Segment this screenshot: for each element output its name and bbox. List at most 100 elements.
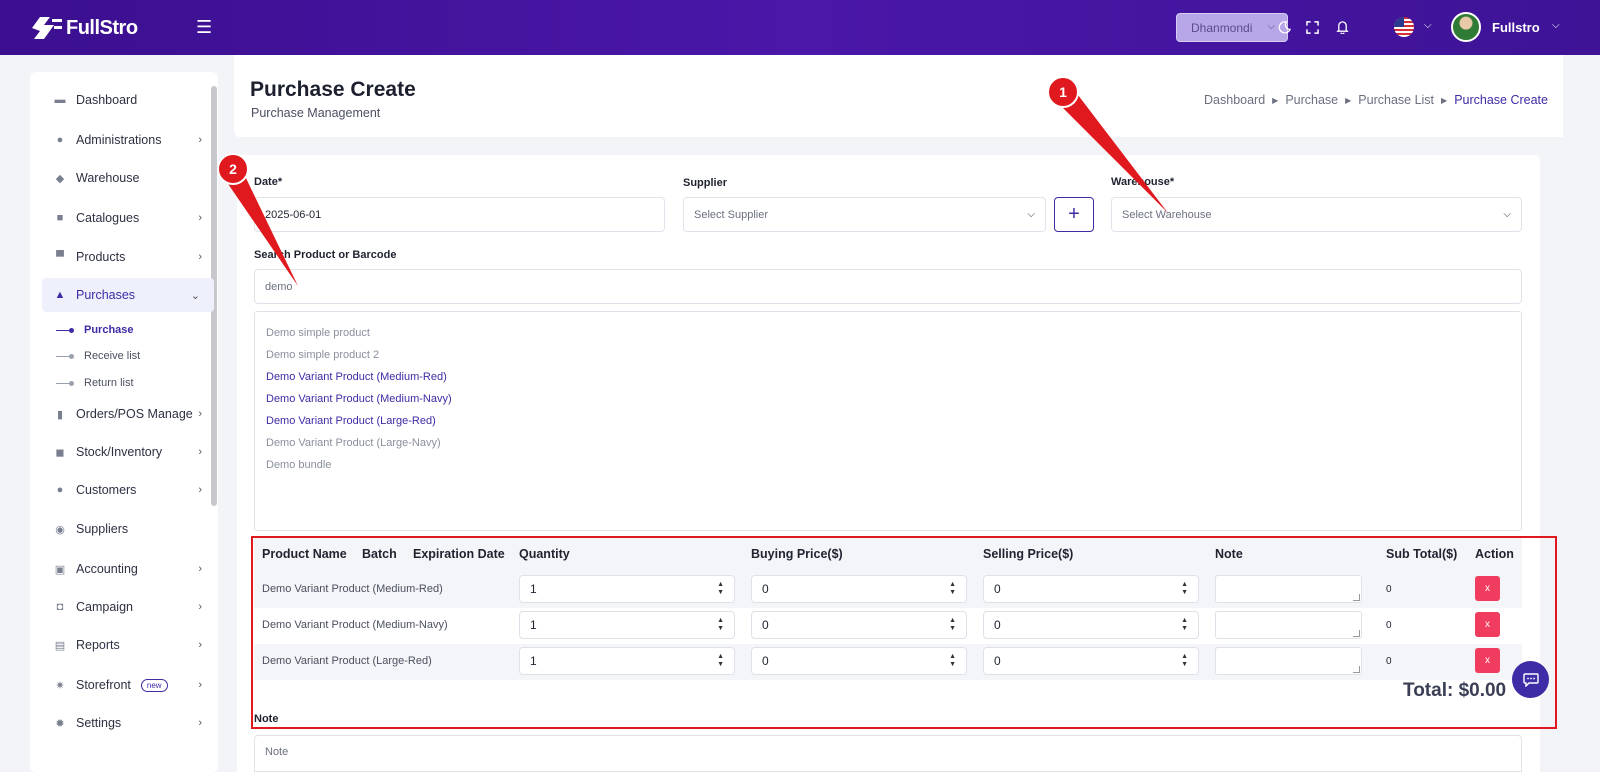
list-item[interactable]: Demo simple product 2 [266,349,379,361]
fullscreen-icon[interactable] [1304,19,1320,35]
row-note-input[interactable] [1215,647,1362,675]
new-badge: new [140,678,168,692]
list-item[interactable]: Demo Variant Product (Medium-Navy) [266,393,452,405]
spinner-icon[interactable]: ▲ ▼ [717,617,724,633]
col-batch: Batch [362,547,397,561]
chevron-right-icon: › [198,484,202,496]
chevron-right-icon: › [198,134,202,146]
date-input[interactable]: 2025-06-01 [254,197,665,232]
list-item[interactable]: Demo Variant Product (Large-Red) [266,415,436,427]
settings-icon: ✹ [55,717,65,730]
sidebar-item-dashboard[interactable]: ▬ Dashboard [42,86,202,114]
user-name[interactable]: Fullstro [1492,20,1540,35]
products-icon: ▀ [56,251,64,263]
spinner-icon[interactable]: ▲ ▼ [949,653,956,669]
sidebar-item-administrations[interactable]: ● Administrations › [42,126,202,154]
note-placeholder: Note [265,746,289,758]
row-sub-total: 0 [1386,584,1392,595]
add-supplier-button[interactable]: + [1054,197,1094,232]
menu-icon[interactable]: ☰ [196,18,212,36]
logo[interactable]: FullStro [30,14,138,42]
spinner-icon[interactable]: ▲ ▼ [717,653,724,669]
logo-text: FullStro [66,16,138,39]
spinner-icon[interactable]: ▲ ▼ [949,581,956,597]
quantity-input[interactable]: 1 ▲ ▼ [519,575,735,603]
branch-select[interactable]: Dhanmondi ⌵ [1176,13,1288,42]
breadcrumb-purchase-list[interactable]: Purchase List [1358,93,1434,107]
sidebar-sub-return-list[interactable]: Return list [56,374,134,392]
row-note-input[interactable] [1215,611,1362,639]
sidebar-item-purchases[interactable]: ▲ Purchases ⌄ [42,278,214,312]
chevron-right-icon: › [198,679,202,691]
sidebar-item-label: Orders/POS Manage [76,407,193,421]
sidebar-item-suppliers[interactable]: ◉ Suppliers [42,515,202,543]
spinner-icon[interactable]: ▲ ▼ [717,581,724,597]
sidebar-item-catalogues[interactable]: ■ Catalogues › [42,204,202,232]
breadcrumb-dashboard[interactable]: Dashboard [1204,93,1265,107]
sidebar-item-customers[interactable]: ● Customers › [42,476,202,504]
spinner-icon[interactable]: ▲ ▼ [949,617,956,633]
sidebar-item-storefront[interactable]: ✷ Storefront new › [42,671,202,699]
chat-button[interactable] [1512,661,1549,698]
warehouse-select[interactable]: Select Warehouse ⌵ [1111,197,1522,232]
buying-price-input[interactable]: 0 ▲ ▼ [751,611,967,639]
note-textarea[interactable]: Note [254,735,1522,772]
buying-price-input[interactable]: 0 ▲ ▼ [751,647,967,675]
spinner-icon[interactable]: ▲ ▼ [1181,581,1188,597]
chevron-right-icon: › [198,446,202,458]
quantity-input[interactable]: 1 ▲ ▼ [519,611,735,639]
chevron-down-icon: ⌵ [1267,21,1275,32]
sidebar-sub-purchase[interactable]: Purchase [56,321,134,339]
sidebar-item-label: Storefront [76,678,131,692]
list-item[interactable]: Demo Variant Product (Medium-Red) [266,371,447,383]
list-item[interactable]: Demo Variant Product (Large-Navy) [266,437,441,449]
caret-right-icon: ▶ [1272,95,1279,105]
chevron-down-icon[interactable]: ⌵ [1552,20,1560,31]
sidebar-item-label: Reports [76,638,120,652]
row-product-name: Demo Variant Product (Medium-Red) [262,583,443,595]
date-label: Date* [254,176,283,188]
storefront-icon: ✷ [55,679,65,692]
bell-icon[interactable] [1334,19,1350,35]
search-input[interactable]: demo [254,269,1522,304]
remove-row-button[interactable]: x [1475,612,1500,637]
sidebar-item-campaign[interactable]: ◘ Campaign › [42,593,202,621]
list-item[interactable]: Demo simple product [266,327,370,339]
sidebar-item-reports[interactable]: ▤ Reports › [42,631,202,659]
selling-price-input[interactable]: 0 ▲ ▼ [983,575,1199,603]
moon-icon[interactable] [1276,19,1292,35]
supplier-select[interactable]: Select Supplier ⌵ [683,197,1046,232]
caret-right-icon: ▶ [1345,95,1352,105]
sidebar-item-settings[interactable]: ✹ Settings › [42,709,202,737]
sidebar-item-label: Suppliers [76,522,129,536]
buying-price-input[interactable]: 0 ▲ ▼ [751,575,967,603]
chevron-down-icon[interactable]: ⌵ [1424,20,1432,31]
caret-right-icon: ▶ [1441,95,1448,105]
sidebar-item-orders[interactable]: ▮ Orders/POS Manage › [42,400,202,428]
spinner-icon[interactable]: ▲ ▼ [1181,617,1188,633]
quantity-input[interactable]: 1 ▲ ▼ [519,647,735,675]
sidebar-item-stock[interactable]: ◼ Stock/Inventory › [42,438,202,466]
flag-us-icon[interactable] [1394,17,1414,37]
search-value: demo [265,280,293,293]
sidebar-item-label: Purchases [76,288,136,302]
selling-price-input[interactable]: 0 ▲ ▼ [983,611,1199,639]
sidebar-item-accounting[interactable]: ▣ Accounting › [42,555,202,583]
remove-row-button[interactable]: x [1475,648,1500,673]
breadcrumb-current: Purchase Create [1454,93,1548,107]
sidebar-item-warehouse[interactable]: ◆ Warehouse [42,164,202,192]
breadcrumb: Dashboard ▶ Purchase ▶ Purchase List ▶ P… [1204,93,1548,107]
avatar[interactable] [1451,12,1481,42]
spinner-icon[interactable]: ▲ ▼ [1181,653,1188,669]
remove-row-button[interactable]: x [1475,576,1500,601]
sidebar-sub-receive-list[interactable]: Receive list [56,347,140,365]
search-results-list: Demo simple product Demo simple product … [254,311,1522,531]
page-subtitle: Purchase Management [251,106,381,120]
row-note-input[interactable] [1215,575,1362,603]
list-item[interactable]: Demo bundle [266,459,331,471]
selling-price-input[interactable]: 0 ▲ ▼ [983,647,1199,675]
breadcrumb-purchase[interactable]: Purchase [1285,93,1338,107]
suppliers-icon: ◉ [55,523,65,536]
col-sub-total: Sub Total($) [1386,547,1458,561]
sidebar-item-products[interactable]: ▀ Products › [42,243,202,271]
